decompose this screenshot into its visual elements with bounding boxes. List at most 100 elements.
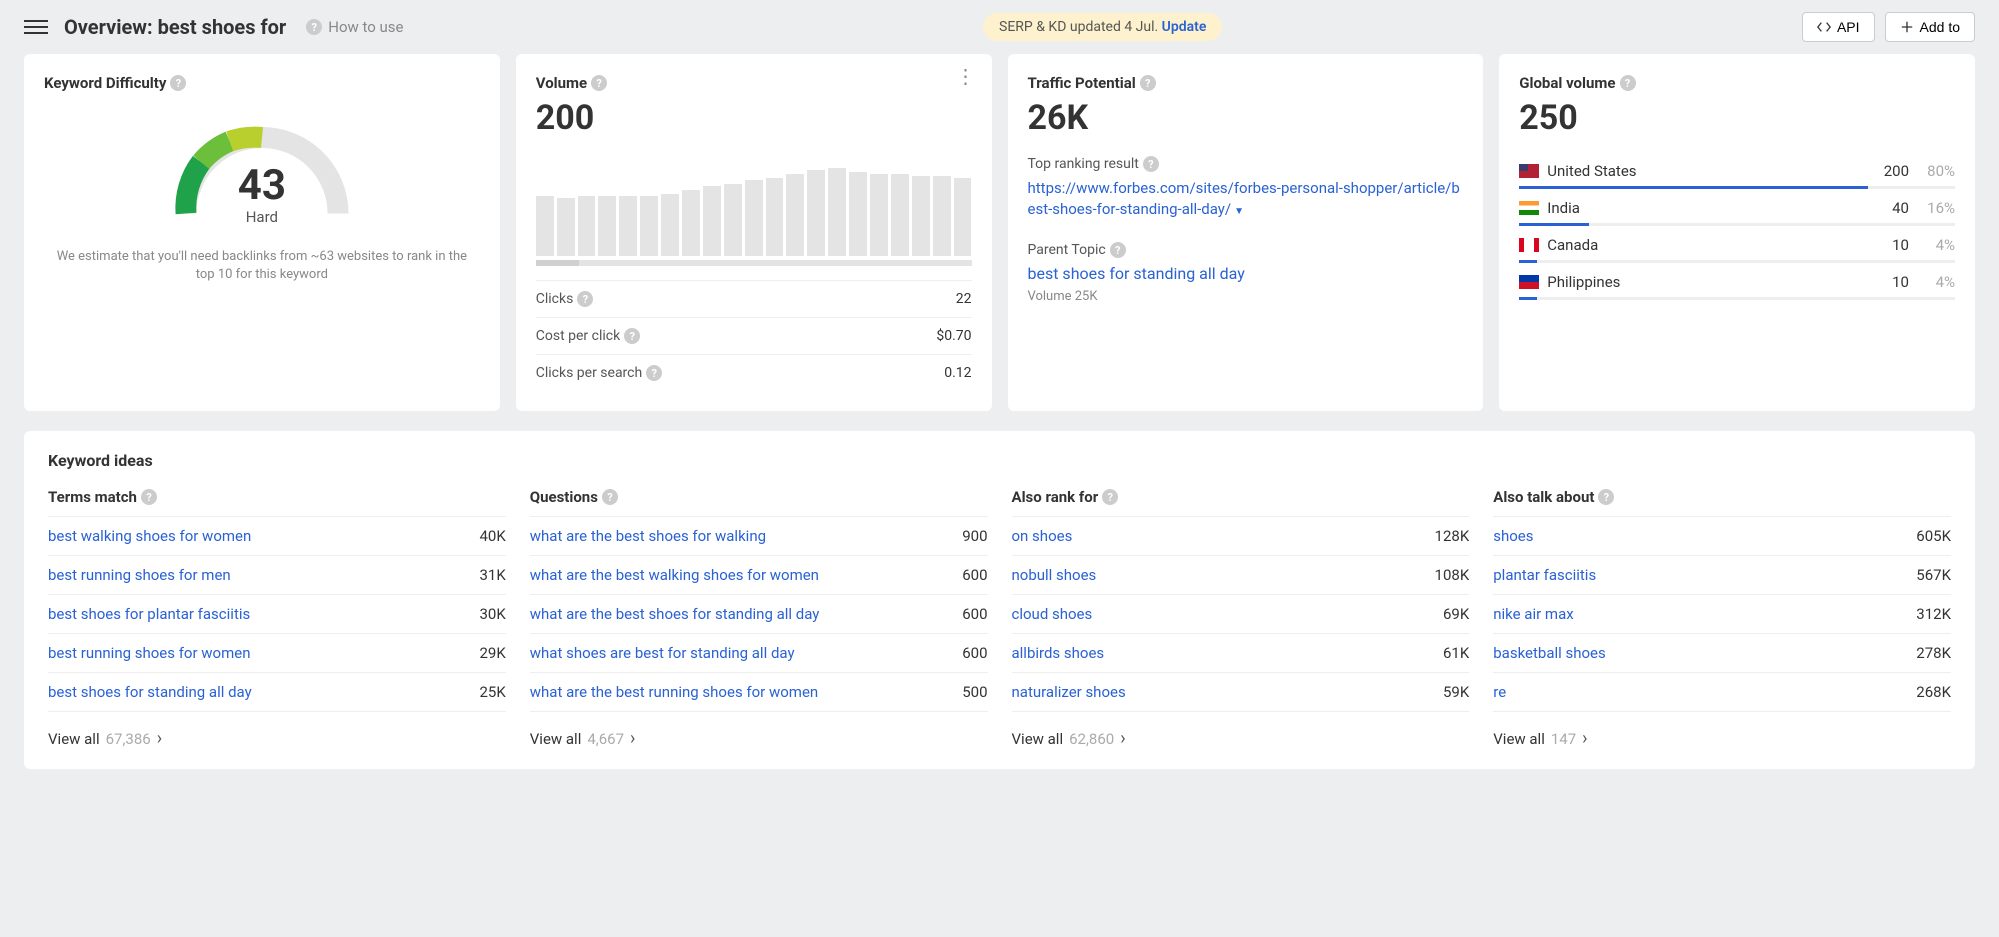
add-to-button[interactable]: Add to	[1885, 12, 1975, 42]
idea-keyword-link[interactable]: what are the best shoes for standing all…	[530, 605, 820, 623]
flag-icon	[1519, 275, 1539, 289]
help-icon[interactable]	[591, 75, 607, 91]
idea-keyword-link[interactable]: best shoes for plantar fasciitis	[48, 605, 250, 623]
volume-bar	[954, 178, 972, 256]
dropdown-caret-icon[interactable]: ▼	[1234, 206, 1244, 217]
volume-scrollbar[interactable]	[536, 260, 972, 266]
help-icon[interactable]	[577, 291, 593, 307]
view-all-label: View all	[530, 730, 582, 748]
idea-keyword-link[interactable]: what are the best walking shoes for wome…	[530, 566, 819, 584]
gv-country-row[interactable]: India4016%	[1519, 191, 1955, 225]
country-name: Canada	[1547, 236, 1853, 254]
idea-keyword-link[interactable]: best running shoes for men	[48, 566, 231, 584]
metric-value: 22	[956, 291, 972, 307]
idea-row: nike air max 312K	[1493, 595, 1951, 634]
help-icon[interactable]	[602, 489, 618, 505]
idea-volume: 500	[962, 683, 987, 701]
volume-bar	[912, 176, 930, 256]
kebab-icon[interactable]: ⋮	[956, 70, 976, 82]
metric-row: Clicks per search 0.12	[536, 354, 972, 391]
update-link[interactable]: Update	[1162, 19, 1207, 35]
view-all-link[interactable]: View all 147 ›	[1493, 728, 1951, 749]
volume-bar	[891, 174, 909, 256]
api-button[interactable]: API	[1802, 12, 1875, 42]
idea-row: best shoes for standing all day25K	[48, 673, 506, 712]
idea-keyword-link[interactable]: what are the best shoes for walking	[530, 527, 766, 545]
idea-volume: 61K	[1443, 644, 1469, 662]
update-pill: SERP & KD updated 4 Jul. Update	[983, 13, 1222, 41]
page-title: Overview: best shoes for	[64, 15, 286, 39]
country-pct: 4%	[1915, 273, 1955, 291]
volume-bar	[786, 174, 804, 256]
volume-bar	[745, 180, 763, 256]
volume-bar	[766, 178, 784, 256]
view-all-count: 67,386	[106, 730, 151, 748]
help-icon[interactable]	[1143, 156, 1159, 172]
idea-keyword-link[interactable]: what are the best running shoes for wome…	[530, 683, 818, 701]
idea-row: best shoes for plantar fasciitis 30K	[48, 595, 506, 634]
chevron-right-icon: ›	[630, 728, 635, 749]
gv-country-row[interactable]: Canada104%	[1519, 228, 1955, 262]
idea-keyword-link[interactable]: best shoes for standing all day	[48, 683, 252, 701]
idea-row: plantar fasciitis 567K	[1493, 556, 1951, 595]
top-ranking-url[interactable]: https://www.forbes.com/sites/forbes-pers…	[1028, 178, 1464, 220]
view-all-link[interactable]: View all 4,667 ›	[530, 728, 988, 749]
idea-row: re268K	[1493, 673, 1951, 712]
idea-keyword-link[interactable]: naturalizer shoes	[1012, 683, 1126, 701]
help-icon[interactable]	[1110, 242, 1126, 258]
view-all-link[interactable]: View all 67,386 ›	[48, 728, 506, 749]
ideas-column: Also talk about shoes605Kplantar fasciit…	[1493, 488, 1951, 749]
volume-bar	[682, 190, 700, 256]
gv-country-row[interactable]: United States20080%	[1519, 154, 1955, 188]
idea-volume: 312K	[1916, 605, 1951, 623]
kd-label: Keyword Difficulty	[44, 74, 480, 92]
how-to-use-link[interactable]: How to use	[302, 18, 403, 36]
country-pct: 4%	[1915, 236, 1955, 254]
idea-keyword-link[interactable]: plantar fasciitis	[1493, 566, 1596, 584]
volume-bar	[598, 196, 616, 256]
idea-keyword-link[interactable]: nobull shoes	[1012, 566, 1097, 584]
help-icon[interactable]	[141, 489, 157, 505]
idea-keyword-link[interactable]: best running shoes for women	[48, 644, 251, 662]
volume-value: 200	[536, 98, 972, 138]
menu-icon[interactable]	[24, 15, 48, 39]
idea-keyword-link[interactable]: shoes	[1493, 527, 1533, 545]
idea-row: what are the best walking shoes for wome…	[530, 556, 988, 595]
ideas-column: Questions what are the best shoes for wa…	[530, 488, 988, 749]
volume-bar	[933, 176, 951, 256]
gv-bar	[1519, 186, 1955, 189]
parent-topic-link[interactable]: best shoes for standing all day	[1028, 264, 1464, 283]
idea-keyword-link[interactable]: basketball shoes	[1493, 644, 1606, 662]
idea-keyword-link[interactable]: re	[1493, 683, 1506, 701]
help-icon[interactable]	[1598, 489, 1614, 505]
keyword-ideas-grid: Terms match best walking shoes for women…	[48, 488, 1951, 749]
metric-label: Clicks per search	[536, 365, 662, 381]
idea-keyword-link[interactable]: best walking shoes for women	[48, 527, 251, 545]
idea-keyword-link[interactable]: nike air max	[1493, 605, 1573, 623]
how-to-use-label: How to use	[328, 18, 403, 36]
country-name: India	[1547, 199, 1853, 217]
help-icon[interactable]	[1140, 75, 1156, 91]
idea-volume: 567K	[1916, 566, 1951, 584]
help-icon[interactable]	[624, 328, 640, 344]
idea-keyword-link[interactable]: allbirds shoes	[1012, 644, 1105, 662]
gv-country-row[interactable]: Philippines104%	[1519, 265, 1955, 299]
metric-label: Cost per click	[536, 328, 640, 344]
overview-cards: Keyword Difficulty 43 Hard We estimate t…	[0, 54, 1999, 411]
idea-keyword-link[interactable]: on shoes	[1012, 527, 1073, 545]
help-icon[interactable]	[1102, 489, 1118, 505]
volume-bar	[849, 172, 867, 256]
kd-rating: Hard	[167, 208, 357, 226]
flag-icon	[1519, 164, 1539, 178]
help-icon[interactable]	[646, 365, 662, 381]
flag-icon	[1519, 201, 1539, 215]
view-all-link[interactable]: View all 62,860 ›	[1012, 728, 1470, 749]
idea-volume: 30K	[479, 605, 505, 623]
volume-bar	[828, 168, 846, 256]
help-icon[interactable]	[170, 75, 186, 91]
idea-row: best running shoes for men31K	[48, 556, 506, 595]
idea-keyword-link[interactable]: cloud shoes	[1012, 605, 1093, 623]
volume-bar	[703, 186, 721, 256]
idea-keyword-link[interactable]: what shoes are best for standing all day	[530, 644, 795, 662]
help-icon[interactable]	[1620, 75, 1636, 91]
